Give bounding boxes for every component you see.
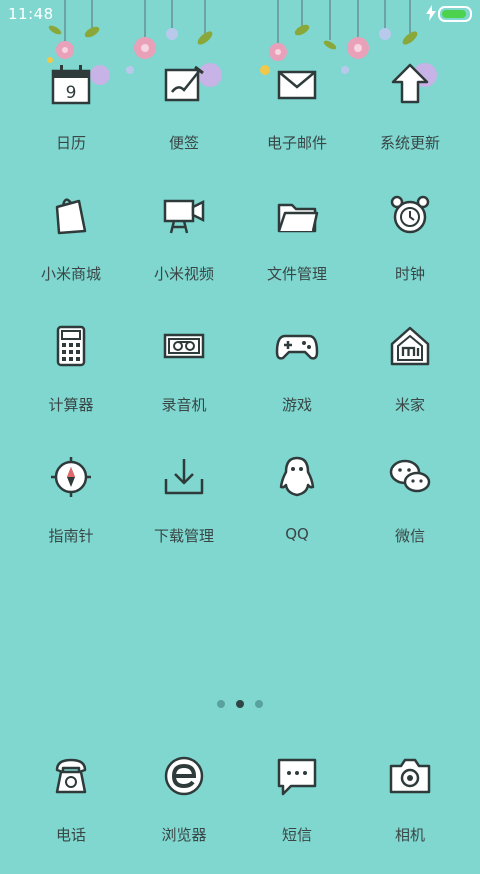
app-label: 时钟 [394,265,425,283]
app-label: 电子邮件 [266,134,327,152]
app-system-update[interactable]: 系统更新 [350,62,470,182]
app-calendar[interactable]: 9 日历 [11,62,131,182]
calendar-icon: 9 [51,65,91,105]
app-wechat[interactable]: 微信 [350,455,470,575]
app-label: 日历 [55,134,86,152]
app-notes[interactable]: 便签 [124,62,244,182]
download-icon [164,459,204,495]
app-email[interactable]: 电子邮件 [237,62,357,182]
app-message[interactable]: 短信 [237,754,357,874]
calculator-icon [56,325,86,367]
app-label: 米家 [394,396,425,414]
app-label: 小米视频 [153,265,214,283]
message-icon [277,758,317,796]
compass-icon [51,457,91,497]
phone-icon [55,758,87,794]
app-label: 便签 [168,134,199,152]
status-time: 11:48 [8,5,54,23]
folder-icon [277,203,319,233]
shopping-bag-icon [55,198,87,235]
app-compass[interactable]: 指南针 [11,455,131,575]
mi-home-icon [390,326,430,366]
app-label: 电话 [55,826,86,844]
app-shopping-bag[interactable]: 小米商城 [11,193,131,313]
alarm-clock-icon [390,195,430,234]
app-qq-penguin[interactable]: QQ [237,455,357,575]
app-label: 文件管理 [266,265,327,283]
browser-icon [164,756,204,796]
calendar-day: 9 [66,83,77,103]
app-label: 短信 [281,826,312,844]
page-dot[interactable] [217,700,225,708]
battery-icon [438,6,472,22]
gamepad-icon [275,334,319,360]
notes-icon [164,65,204,102]
page-dot[interactable] [255,700,263,708]
status-bar: 11:48 [0,0,480,28]
charging-icon [426,5,436,21]
app-label: 计算器 [48,396,94,414]
camera-icon [389,758,431,794]
system-update-icon [391,63,429,104]
app-label: 指南针 [48,527,94,545]
app-mi-home[interactable]: 米家 [350,324,470,444]
app-label: 下载管理 [153,527,214,545]
app-camera[interactable]: 相机 [350,754,470,874]
app-recorder[interactable]: 录音机 [124,324,244,444]
app-label: 系统更新 [379,134,440,152]
app-label: 相机 [394,826,425,844]
app-label: 录音机 [161,396,207,414]
page-dot-active[interactable] [236,700,244,708]
app-gamepad[interactable]: 游戏 [237,324,357,444]
page-indicator[interactable] [0,700,480,710]
qq-penguin-icon [279,456,315,497]
app-label: 浏览器 [161,826,207,844]
wechat-icon [389,459,431,493]
app-phone[interactable]: 电话 [11,754,131,874]
app-label: 游戏 [281,396,312,414]
recorder-icon [163,333,205,359]
app-label: 小米商城 [40,265,101,283]
email-icon [277,70,317,100]
app-label: 微信 [394,527,425,545]
app-label: QQ [285,525,309,543]
video-camera-icon [163,199,205,234]
app-alarm-clock[interactable]: 时钟 [350,193,470,313]
app-browser[interactable]: 浏览器 [124,754,244,874]
app-calculator[interactable]: 计算器 [11,324,131,444]
app-download[interactable]: 下载管理 [124,455,244,575]
app-folder[interactable]: 文件管理 [237,193,357,313]
app-video-camera[interactable]: 小米视频 [124,193,244,313]
